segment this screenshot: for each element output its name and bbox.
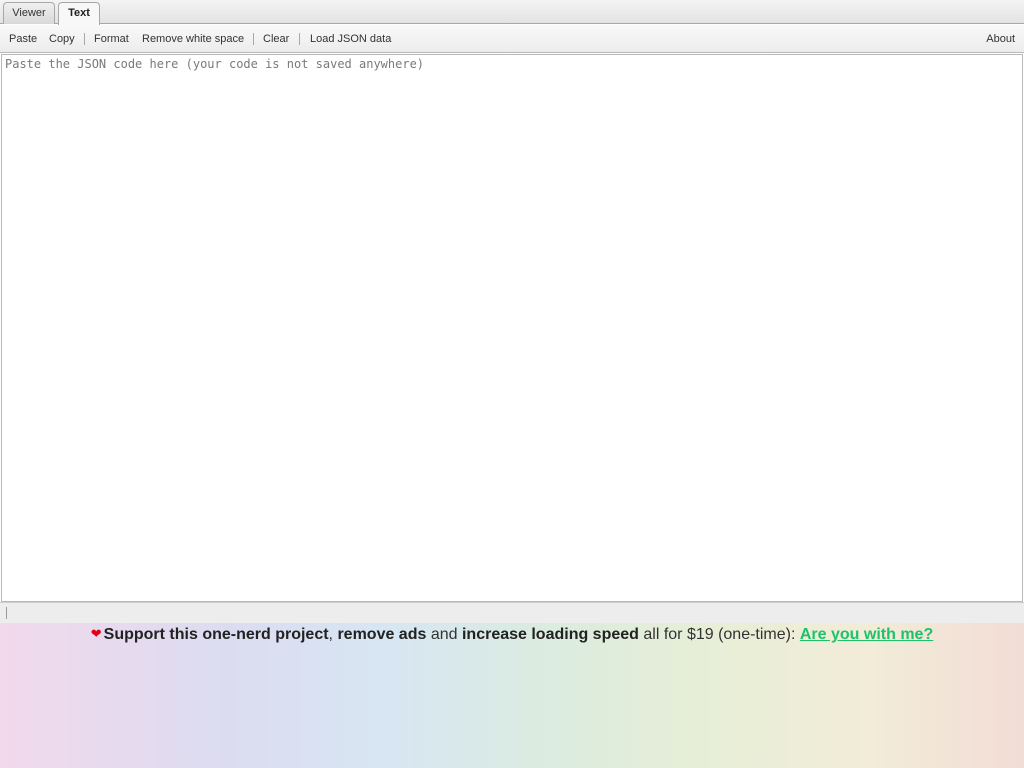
heart-icon: ❤ — [90, 626, 102, 641]
json-text-input[interactable] — [2, 55, 1022, 601]
toolbar-divider — [84, 33, 85, 45]
format-button[interactable]: Format — [94, 25, 129, 53]
status-divider — [6, 607, 7, 619]
toolbar-divider — [253, 33, 254, 45]
promo-speed-text: increase loading speed — [461, 626, 639, 643]
tab-text[interactable]: Text — [58, 2, 100, 25]
promo-text: ❤ Support this one-nerd project, remove a… — [0, 626, 1024, 644]
toolbar: Paste Copy Format Remove white space Cle… — [0, 25, 1024, 53]
clear-button[interactable]: Clear — [263, 25, 289, 53]
promo-price-text: all for $19 (one-time): — [638, 626, 800, 643]
promo-link[interactable]: Are you with me? — [800, 626, 933, 643]
editor-container — [1, 54, 1023, 602]
promo-separator: and — [426, 626, 462, 643]
json-viewer-app: Viewer Text Paste Copy Format Remove whi… — [0, 0, 1024, 768]
promo-banner: ❤ Support this one-nerd project, remove a… — [0, 623, 1024, 768]
about-button[interactable]: About — [986, 25, 1015, 53]
copy-button[interactable]: Copy — [49, 25, 75, 53]
paste-button[interactable]: Paste — [9, 25, 37, 53]
toolbar-divider — [299, 33, 300, 45]
status-bar — [0, 602, 1024, 623]
tab-bar: Viewer Text — [0, 0, 1024, 25]
promo-support-text: Support this one-nerd project — [103, 626, 329, 643]
load-json-button[interactable]: Load JSON data — [310, 25, 391, 53]
tab-viewer[interactable]: Viewer — [3, 2, 55, 24]
promo-remove-ads-text: remove ads — [337, 626, 427, 643]
remove-whitespace-button[interactable]: Remove white space — [142, 25, 244, 53]
